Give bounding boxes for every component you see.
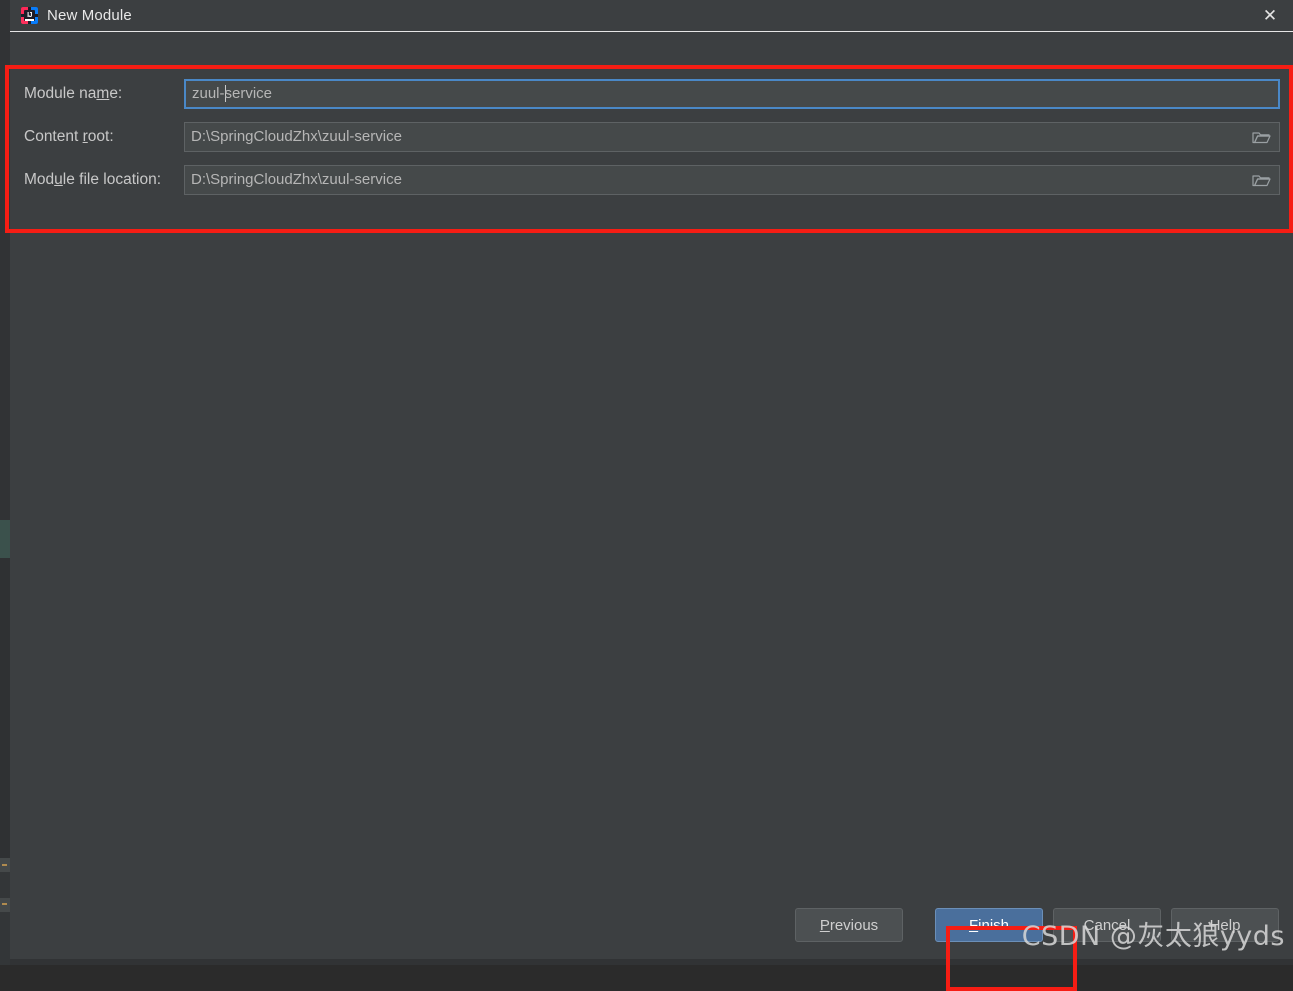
ide-background-sliver bbox=[0, 0, 10, 965]
module-name-input[interactable]: zuul-service bbox=[184, 78, 1280, 109]
module-file-location-input[interactable]: D:\SpringCloudZhx\zuul-service bbox=[184, 164, 1280, 195]
help-button[interactable]: Help bbox=[1171, 908, 1279, 942]
module-name-value-after-caret: service bbox=[224, 85, 273, 102]
form-row-module-file-location: Module file location: D:\SpringCloudZhx\… bbox=[24, 158, 1280, 201]
close-icon[interactable]: ✕ bbox=[1247, 0, 1293, 31]
module-file-location-label: Module file location: bbox=[24, 170, 162, 188]
previous-button[interactable]: Previous bbox=[795, 908, 903, 942]
ide-sliver-editor bbox=[0, 0, 10, 520]
ide-sliver-panel bbox=[0, 558, 10, 858]
content-root-label: Content root: bbox=[24, 127, 114, 145]
dialog-body: Module name: zuul-service Content root: … bbox=[5, 32, 1293, 991]
form-row-module-name: Module name: zuul-service bbox=[24, 72, 1280, 115]
module-form: Module name: zuul-service Content root: … bbox=[24, 72, 1280, 201]
ide-sliver-highlight bbox=[0, 520, 10, 558]
new-module-dialog: IJ New Module ✕ Module name: zuul-servic… bbox=[5, 0, 1293, 991]
cancel-button[interactable]: Cancel bbox=[1053, 908, 1161, 942]
ide-sliver-tick bbox=[2, 864, 7, 866]
content-root-input[interactable]: D:\SpringCloudZhx\zuul-service bbox=[184, 121, 1280, 152]
dialog-titlebar: IJ New Module ✕ bbox=[10, 0, 1293, 32]
module-name-value-before-caret: zuul- bbox=[192, 85, 225, 102]
dialog-button-bar: Previous Finish Cancel Help bbox=[10, 907, 1293, 943]
ide-sliver-row-2 bbox=[0, 872, 10, 898]
dialog-bottom-strip bbox=[10, 959, 1293, 965]
module-name-label: Module name: bbox=[24, 84, 123, 102]
ide-sliver-row-1 bbox=[0, 858, 10, 872]
ide-sliver-tick bbox=[2, 903, 7, 905]
folder-icon[interactable] bbox=[1252, 129, 1271, 144]
ide-sliver-row-4 bbox=[0, 912, 10, 965]
dialog-title: New Module bbox=[47, 7, 132, 24]
ide-sliver-row-3 bbox=[0, 898, 10, 912]
module-file-location-value: D:\SpringCloudZhx\zuul-service bbox=[191, 171, 402, 188]
finish-button[interactable]: Finish bbox=[935, 908, 1043, 942]
content-root-value: D:\SpringCloudZhx\zuul-service bbox=[191, 128, 402, 145]
form-row-content-root: Content root: D:\SpringCloudZhx\zuul-ser… bbox=[24, 115, 1280, 158]
intellij-idea-icon: IJ bbox=[21, 7, 38, 24]
folder-icon[interactable] bbox=[1252, 172, 1271, 187]
